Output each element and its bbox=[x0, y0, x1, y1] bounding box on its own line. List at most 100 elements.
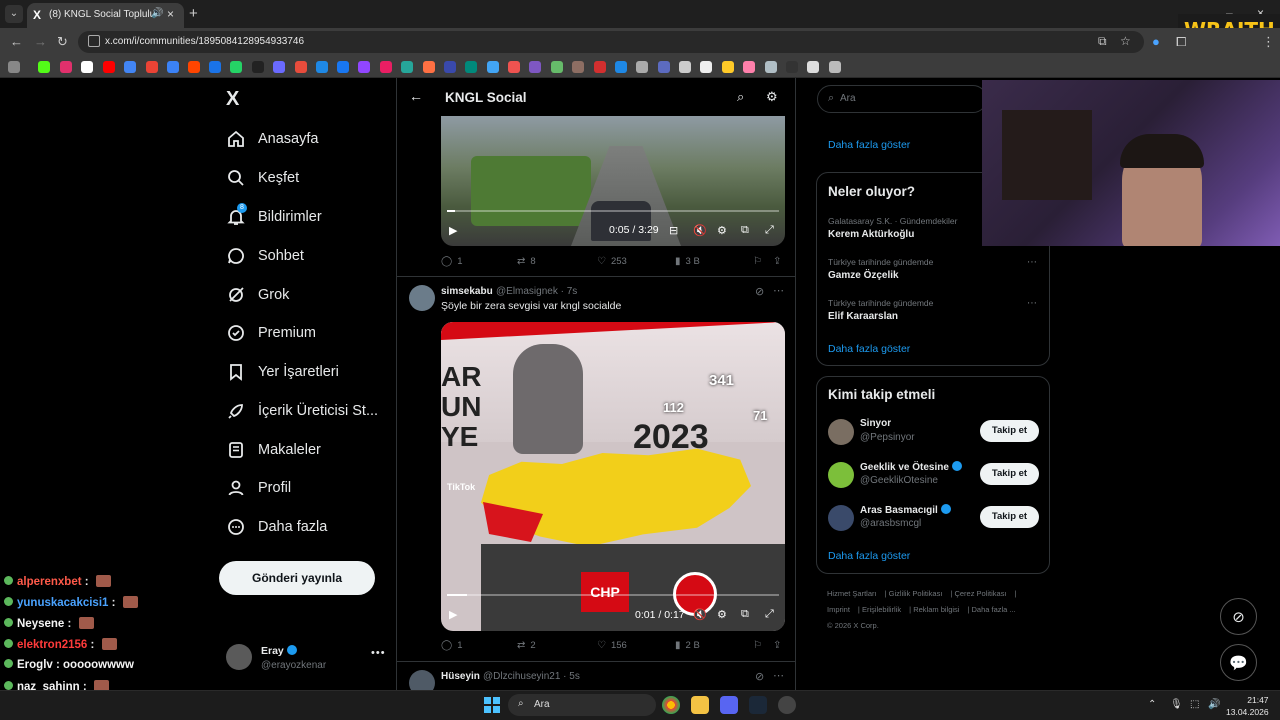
reply-button[interactable]: ◯ 1 bbox=[441, 640, 463, 651]
site-info-icon[interactable] bbox=[88, 35, 100, 47]
bookmark-google-icon[interactable] bbox=[124, 61, 136, 73]
video-progress-bar[interactable] bbox=[447, 594, 779, 596]
nav-profile[interactable]: Profil bbox=[226, 473, 291, 503]
gear-icon[interactable]: ⚙ bbox=[766, 89, 778, 105]
audio-playing-icon[interactable]: 🔊 bbox=[151, 8, 163, 19]
bookmark-twitch-icon[interactable] bbox=[358, 61, 370, 73]
video-player[interactable]: AR UN YE 341 112 71 2023 CHP TikTok ▶ 0:… bbox=[441, 322, 785, 631]
bookmark-site-icon[interactable] bbox=[508, 61, 520, 73]
bookmark-site-icon[interactable] bbox=[722, 61, 734, 73]
nav-articles[interactable]: Makaleler bbox=[226, 435, 321, 465]
bookmark-facebook-icon[interactable] bbox=[337, 61, 349, 73]
trend-item[interactable]: Elif Karaarslan bbox=[828, 311, 898, 322]
forward-icon[interactable]: → bbox=[34, 34, 47, 49]
trend-item[interactable]: Kerem Aktürkoğlu bbox=[828, 229, 914, 240]
bookmark-site-icon[interactable] bbox=[786, 61, 798, 73]
x-logo-icon[interactable]: X bbox=[226, 88, 239, 111]
trend-item[interactable]: Gamze Özçelik bbox=[828, 270, 899, 281]
network-icon[interactable]: ⬚ bbox=[1190, 699, 1199, 710]
more-icon[interactable]: ⋯ bbox=[773, 284, 785, 297]
mute-icon[interactable]: 🔇 bbox=[693, 224, 707, 237]
bookmark-site-icon[interactable] bbox=[380, 61, 392, 73]
bookmark-site-icon[interactable] bbox=[658, 61, 670, 73]
nav-creator-studio[interactable]: İçerik Üreticisi St... bbox=[226, 396, 378, 426]
bookmark-site-icon[interactable] bbox=[765, 61, 777, 73]
bookmark-site-icon[interactable] bbox=[295, 61, 307, 73]
bookmark-kick-icon[interactable] bbox=[38, 61, 50, 73]
new-tab-button[interactable]: + bbox=[189, 5, 198, 22]
footer-link[interactable]: Daha fazla ... bbox=[972, 605, 1016, 614]
bookmark-translate-icon[interactable] bbox=[209, 61, 221, 73]
fullscreen-icon[interactable]: ⤢ bbox=[765, 224, 774, 237]
mute-icon[interactable]: 🔇 bbox=[693, 608, 707, 621]
tweet-author-handle[interactable]: @Dlzcihuseyin21 · 5s bbox=[483, 671, 580, 682]
settings-icon[interactable]: ⚙ bbox=[717, 224, 727, 237]
bookmark-whatsapp-icon[interactable] bbox=[230, 61, 242, 73]
bookmark-site-icon[interactable] bbox=[252, 61, 264, 73]
bookmark-x-icon[interactable] bbox=[81, 61, 93, 73]
search-icon[interactable]: ⌕ bbox=[737, 89, 744, 105]
bookmark-site-icon[interactable] bbox=[636, 61, 648, 73]
share-button[interactable]: ⇪ bbox=[773, 256, 781, 267]
fullscreen-icon[interactable]: ⤢ bbox=[765, 608, 774, 621]
video-player[interactable]: ▶ 0:05 / 3:29 ⊟ 🔇 ⚙ ⧉ ⤢ bbox=[441, 116, 785, 246]
reply-button[interactable]: ◯ 1 bbox=[441, 256, 463, 267]
grok-icon[interactable]: ⊘ bbox=[755, 670, 765, 683]
bookmark-site-icon[interactable] bbox=[743, 61, 755, 73]
bookmark-button[interactable]: ⚐ bbox=[753, 256, 762, 267]
bookmark-site-icon[interactable] bbox=[679, 61, 691, 73]
nav-chat[interactable]: Sohbet bbox=[226, 241, 304, 271]
footer-link[interactable]: Hizmet Şartları bbox=[827, 589, 877, 598]
post-button[interactable]: Gönderi yayınla bbox=[219, 561, 375, 595]
views-button[interactable]: ▮ 3 B bbox=[675, 256, 700, 267]
like-button[interactable]: ♡ 253 bbox=[597, 256, 627, 267]
profile-sync-icon[interactable]: ● bbox=[1152, 34, 1160, 49]
install-app-icon[interactable]: ⧉ bbox=[1098, 34, 1107, 49]
search-input[interactable]: ⌕ Ara bbox=[817, 85, 987, 113]
avatar[interactable] bbox=[828, 419, 854, 445]
reload-icon[interactable]: ↻ bbox=[57, 34, 68, 50]
tweet-author-name[interactable]: simsekabu bbox=[441, 286, 493, 297]
bookmark-site-icon[interactable] bbox=[401, 61, 413, 73]
more-icon[interactable]: ⋯ bbox=[1027, 257, 1038, 268]
tab-search-button[interactable]: ⌄ bbox=[5, 5, 23, 23]
bookmark-button[interactable]: ⚐ bbox=[753, 640, 762, 651]
avatar[interactable] bbox=[828, 462, 854, 488]
bookmark-site-icon[interactable] bbox=[594, 61, 606, 73]
bookmark-site-icon[interactable] bbox=[700, 61, 712, 73]
taskbar-search-input[interactable]: ⌕ Ara bbox=[508, 694, 656, 716]
apps-icon[interactable] bbox=[8, 61, 20, 73]
nav-premium[interactable]: Premium bbox=[226, 318, 316, 348]
more-icon[interactable]: ⋯ bbox=[773, 669, 785, 682]
bookmark-site-icon[interactable] bbox=[487, 61, 499, 73]
back-icon[interactable]: ← bbox=[10, 34, 23, 49]
show-more-link[interactable]: Daha fazla göster bbox=[828, 343, 910, 355]
bookmark-site-icon[interactable] bbox=[273, 61, 285, 73]
bookmark-site-icon[interactable] bbox=[572, 61, 584, 73]
play-icon[interactable]: ▶ bbox=[449, 608, 457, 621]
footer-link[interactable]: Reklam bilgisi bbox=[913, 605, 959, 614]
settings-icon[interactable]: ⚙ bbox=[717, 608, 727, 621]
nav-explore[interactable]: Keşfet bbox=[226, 163, 299, 193]
bookmark-site-icon[interactable] bbox=[551, 61, 563, 73]
bookmark-site-icon[interactable] bbox=[807, 61, 819, 73]
bookmark-star-icon[interactable]: ☆ bbox=[1120, 34, 1131, 48]
nav-bookmarks[interactable]: Yer İşaretleri bbox=[226, 357, 339, 387]
suggested-user-name[interactable]: Geeklik ve Ötesine bbox=[860, 461, 962, 473]
bookmark-gmail-icon[interactable] bbox=[146, 61, 158, 73]
avatar[interactable] bbox=[828, 505, 854, 531]
views-button[interactable]: ▮ 2 B bbox=[675, 640, 700, 651]
show-more-link[interactable]: Daha fazla göster bbox=[828, 139, 910, 151]
captions-icon[interactable]: ⊟ bbox=[669, 224, 678, 237]
more-icon[interactable]: ••• bbox=[371, 647, 386, 659]
follow-button[interactable]: Takip et bbox=[980, 506, 1039, 528]
grok-fab-button[interactable]: ⊘ bbox=[1220, 598, 1257, 635]
bookmark-youtube-icon[interactable] bbox=[103, 61, 115, 73]
chrome-app-icon[interactable] bbox=[662, 696, 680, 714]
tab-close-icon[interactable]: × bbox=[167, 7, 174, 21]
bookmark-site-icon[interactable] bbox=[423, 61, 435, 73]
taskbar-clock[interactable]: 21:47 13.04.2026 bbox=[1226, 694, 1269, 718]
steam-app-icon[interactable] bbox=[749, 696, 767, 714]
bookmark-site-icon[interactable] bbox=[444, 61, 456, 73]
bookmark-site-icon[interactable] bbox=[615, 61, 627, 73]
